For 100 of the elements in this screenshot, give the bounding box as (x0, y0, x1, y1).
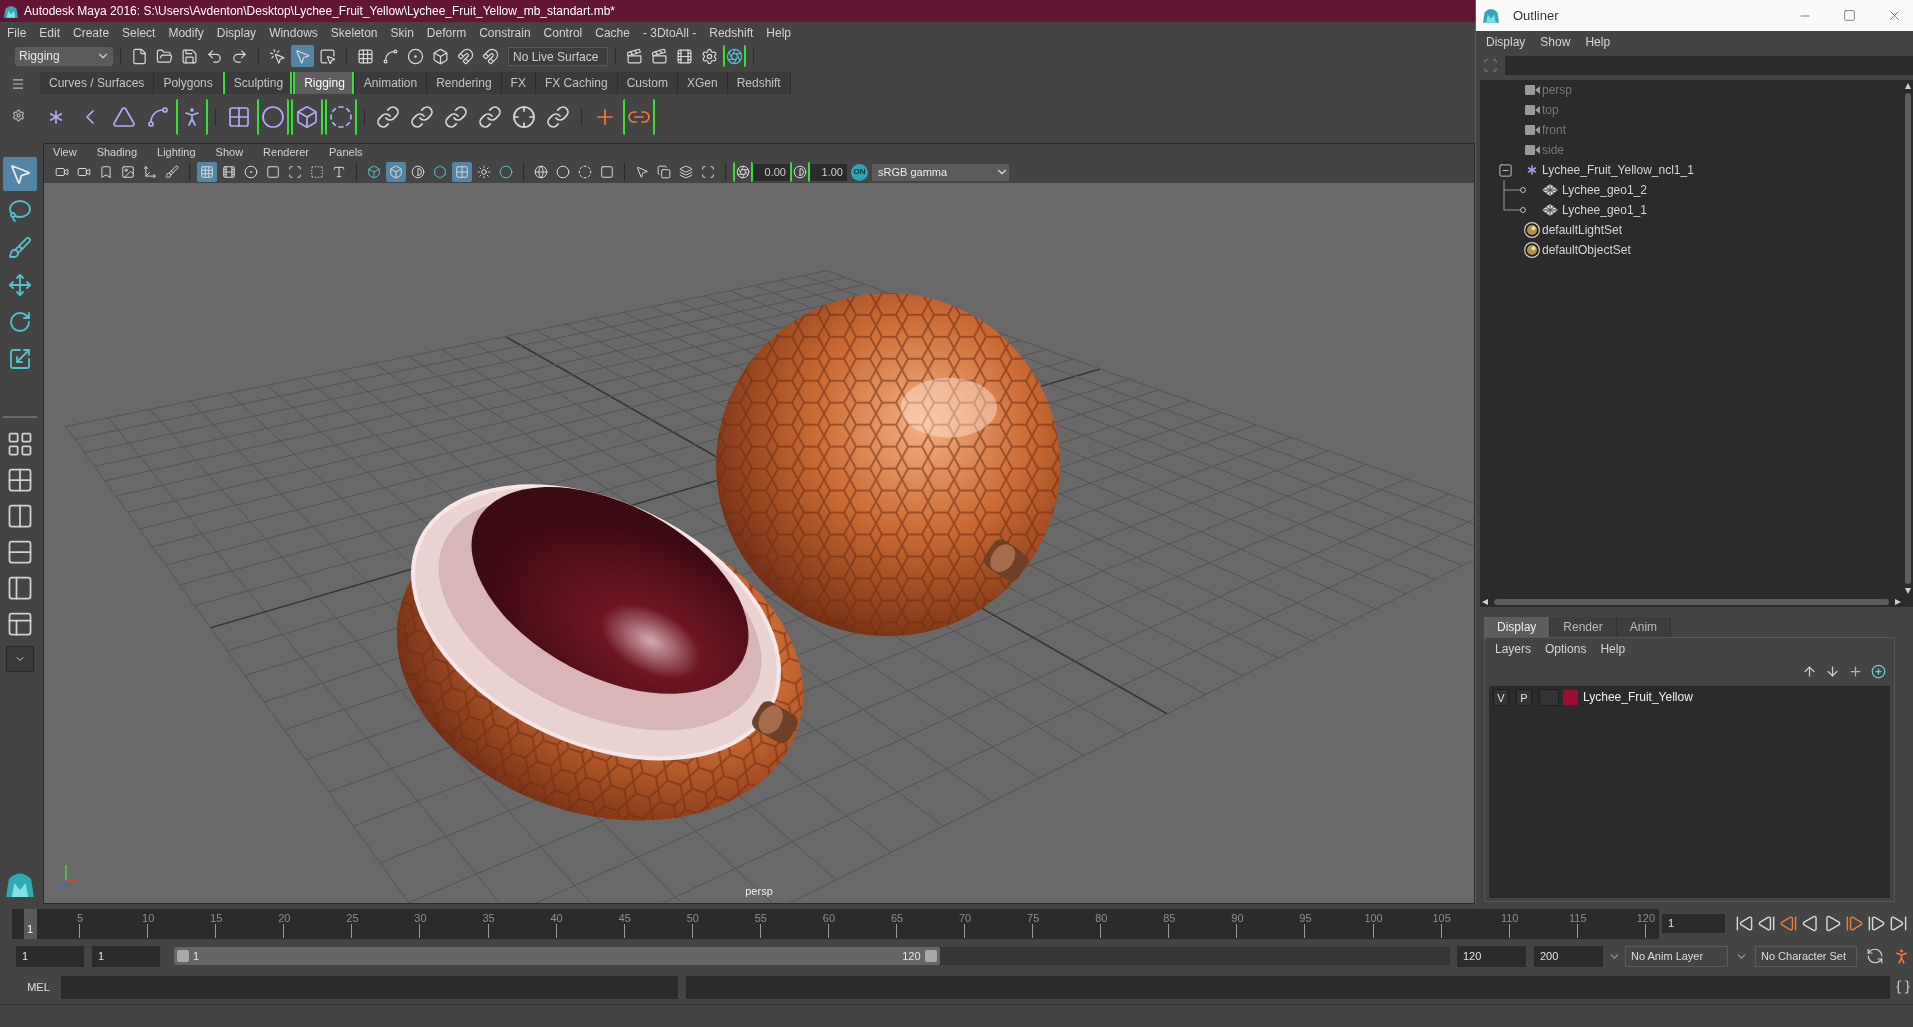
skip-to-start-icon[interactable] (1735, 914, 1754, 933)
shelf-tab[interactable]: Curves / Surfaces (40, 72, 155, 94)
step-back-icon[interactable] (1779, 914, 1798, 933)
scroll-left-arrow-icon[interactable] (1482, 598, 1488, 606)
search-field[interactable] (1505, 55, 1913, 75)
arrow-down-icon[interactable] (1825, 663, 1840, 679)
circle-plus-icon[interactable] (1871, 663, 1886, 679)
settings-icon[interactable] (11, 109, 25, 122)
panel-menu-item[interactable]: View (53, 144, 77, 161)
play-reverse-icon[interactable] (1801, 914, 1820, 933)
end-frame-field[interactable]: 200 (1534, 945, 1603, 967)
playback-start-field[interactable]: 1 (92, 945, 160, 967)
plus-icon[interactable] (1848, 663, 1863, 679)
shelf-tab[interactable]: Rigging (293, 72, 355, 94)
panel-menu-item[interactable]: Lighting (157, 144, 196, 161)
gamma-field[interactable]: 1.00 (810, 163, 847, 181)
scroll-up-arrow-icon[interactable] (1904, 83, 1912, 89)
collapse-icon[interactable] (1498, 162, 1513, 178)
shelf-tab[interactable]: Sculpting (222, 72, 294, 94)
toolbar-button[interactable] (723, 45, 746, 67)
two-panel-layout-icon[interactable] (6, 502, 34, 530)
toolbar-button[interactable] (257, 99, 289, 135)
toolbar-button[interactable] (291, 45, 314, 67)
menu-item[interactable]: Help (1600, 640, 1626, 658)
menu-item[interactable]: Skin (390, 24, 414, 42)
scroll-right-arrow-icon[interactable] (1895, 598, 1901, 606)
menu-item[interactable]: Select (122, 24, 156, 42)
outliner-item[interactable]: Lychee_geo1_2 (1562, 181, 1647, 199)
menu-icon[interactable] (11, 77, 25, 91)
shelf-tab[interactable]: Rendering (427, 72, 502, 94)
grid-layout-icon[interactable] (6, 430, 34, 458)
exposure-field[interactable]: 0.00 (753, 163, 790, 181)
color-space-dropdown[interactable]: sRGB gamma (872, 163, 1009, 181)
time-slider[interactable]: 5 10 15 20 25 30 35 40 45 50 55 60 65 70 75 80 85 90 95 100 105 110 115 120 1 (12, 908, 1659, 939)
shelf-tab[interactable]: Redshift (727, 72, 791, 94)
refresh-icon[interactable] (1866, 947, 1884, 965)
menu-item[interactable]: Control (543, 24, 583, 42)
step-back-icon[interactable] (1757, 914, 1776, 933)
layer-editor-tab[interactable]: Display (1484, 617, 1551, 637)
menu-item[interactable]: Modify (168, 24, 204, 42)
anim-layer-field[interactable]: No Anim Layer (1625, 945, 1728, 967)
panel-menu-item[interactable]: Shading (96, 144, 138, 161)
scrollbar-thumb[interactable] (1494, 599, 1889, 605)
menu-item[interactable]: Deform (426, 24, 467, 42)
current-frame-marker[interactable]: 1 (23, 908, 37, 939)
toolbar-button[interactable] (623, 99, 655, 135)
mode-dropdown[interactable]: Rigging (15, 46, 113, 66)
panel-menu-item[interactable]: Show (215, 144, 244, 161)
menu-item[interactable]: Redshift (709, 24, 754, 42)
layer-name[interactable]: Lychee_Fruit_Yellow (1583, 688, 1693, 706)
panels-layout-icon[interactable] (6, 610, 34, 638)
color-management-toggle[interactable]: ON (851, 163, 868, 181)
outliner-item[interactable]: defaultLightSet (1542, 221, 1623, 239)
command-language-label[interactable]: MEL (16, 978, 61, 996)
range-handle-icon[interactable] (177, 950, 189, 962)
visibility-toggle[interactable]: V (1493, 688, 1509, 706)
menu-item[interactable]: - 3DtoAll - (642, 24, 697, 42)
menu-item[interactable]: Help (766, 24, 791, 42)
outliner-item[interactable]: Lychee_geo1_1 (1562, 201, 1647, 219)
outliner-item[interactable]: Lychee_Fruit_Yellow_ncl1_1 (1542, 161, 1694, 179)
menu-item[interactable]: Create (73, 24, 110, 42)
close-icon[interactable] (1887, 8, 1902, 23)
current-frame-field[interactable]: 1 (1662, 914, 1725, 933)
play-icon[interactable] (1823, 914, 1842, 933)
stacked-layout-icon[interactable] (6, 538, 34, 566)
menu-item[interactable]: Cache (595, 24, 630, 42)
shelf-tab[interactable]: Custom (617, 72, 678, 94)
color-swatch-icon[interactable] (1563, 689, 1578, 705)
scroll-down-arrow-icon[interactable] (1904, 588, 1912, 594)
menu-item[interactable]: Windows (269, 24, 318, 42)
scrollbar-thumb[interactable] (1905, 93, 1911, 584)
playback-end-field[interactable]: 120 (1457, 945, 1526, 967)
shelf-tab[interactable]: XGen (677, 72, 728, 94)
step-forward-icon[interactable] (1845, 914, 1864, 933)
panel-menu-item[interactable]: Renderer (263, 144, 309, 161)
four-view-layout-icon[interactable] (6, 466, 34, 494)
panel-menu-item[interactable]: Panels (328, 144, 363, 161)
shelf-tab[interactable]: Animation (354, 72, 428, 94)
shelf-tab[interactable]: FX Caching (535, 72, 618, 94)
toolbar-button[interactable] (291, 99, 323, 135)
character-set-field[interactable]: No Character Set (1755, 945, 1857, 967)
live-surface-button[interactable]: No Live Surface (508, 46, 608, 66)
outliner-item[interactable]: defaultObjectSet (1542, 241, 1631, 259)
side-panel-layout-icon[interactable] (6, 574, 34, 602)
range-slider-track[interactable]: 1 120 (174, 947, 1450, 965)
playback-toggle[interactable]: P (1516, 688, 1532, 706)
toolbar-button[interactable] (176, 99, 208, 135)
shelf-tab[interactable]: Polygons (154, 72, 223, 94)
menu-item[interactable]: Layers (1495, 640, 1532, 658)
tool-button[interactable] (3, 157, 37, 191)
shelf-tab[interactable]: FX (501, 72, 536, 94)
menu-item[interactable]: Display (216, 24, 257, 42)
vertical-scrollbar[interactable] (1903, 80, 1913, 597)
menu-item[interactable]: File (7, 24, 27, 42)
menu-item[interactable]: Options (1545, 640, 1587, 658)
range-slider-bar[interactable] (174, 947, 940, 965)
command-input-field[interactable] (61, 975, 678, 999)
menu-item[interactable]: Display (1486, 33, 1526, 51)
step-forward-icon[interactable] (1867, 914, 1886, 933)
toolbar-button[interactable] (325, 99, 357, 135)
